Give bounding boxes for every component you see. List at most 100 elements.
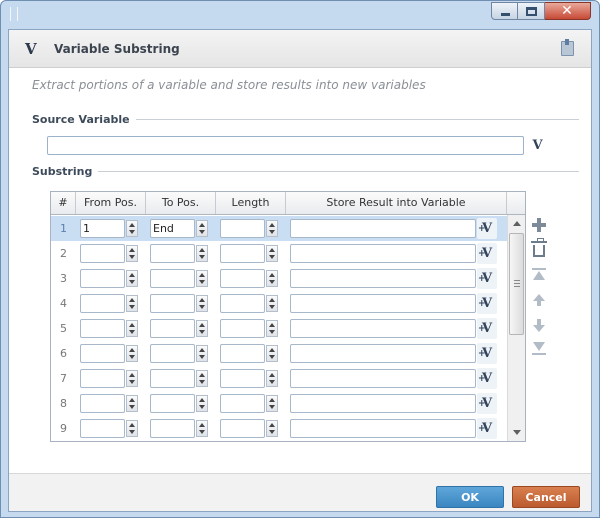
table-row[interactable]: 6 + V bbox=[51, 341, 525, 366]
spin-up-icon[interactable] bbox=[129, 373, 135, 377]
spin-down-icon[interactable] bbox=[129, 380, 135, 384]
spin-up-icon[interactable] bbox=[199, 423, 205, 427]
insert-variable-button[interactable]: + V bbox=[477, 343, 497, 364]
spin-down-icon[interactable] bbox=[269, 255, 275, 259]
scroll-down-icon[interactable] bbox=[508, 424, 525, 441]
spin-down-icon[interactable] bbox=[269, 430, 275, 434]
spinner-buttons[interactable] bbox=[266, 395, 278, 412]
spin-up-icon[interactable] bbox=[269, 323, 275, 327]
spin-down-icon[interactable] bbox=[269, 405, 275, 409]
to-pos-input[interactable]: End bbox=[150, 219, 195, 238]
spin-up-icon[interactable] bbox=[199, 298, 205, 302]
table-row[interactable]: 7 + V bbox=[51, 366, 525, 391]
spin-down-icon[interactable] bbox=[199, 280, 205, 284]
from-pos-input[interactable] bbox=[80, 394, 125, 413]
length-input[interactable] bbox=[220, 319, 265, 338]
table-row[interactable]: 1 1 End + V bbox=[51, 216, 525, 241]
spin-up-icon[interactable] bbox=[269, 248, 275, 252]
from-pos-input[interactable]: 1 bbox=[80, 219, 125, 238]
spin-down-icon[interactable] bbox=[269, 305, 275, 309]
column-header-length[interactable]: Length bbox=[216, 192, 286, 214]
column-header-from[interactable]: From Pos. bbox=[76, 192, 146, 214]
spin-down-icon[interactable] bbox=[129, 430, 135, 434]
spinner-buttons[interactable] bbox=[196, 320, 208, 337]
spin-down-icon[interactable] bbox=[129, 355, 135, 359]
to-pos-input[interactable] bbox=[150, 244, 195, 263]
table-row[interactable]: 8 + V bbox=[51, 391, 525, 416]
from-pos-input[interactable] bbox=[80, 419, 125, 438]
title-bar[interactable]: ✕ bbox=[1, 1, 599, 27]
spin-up-icon[interactable] bbox=[199, 373, 205, 377]
grid-scrollbar[interactable] bbox=[507, 215, 525, 441]
spinner-buttons[interactable] bbox=[196, 245, 208, 262]
spinner-buttons[interactable] bbox=[266, 345, 278, 362]
table-row[interactable]: 2 + V bbox=[51, 241, 525, 266]
length-input[interactable] bbox=[220, 244, 265, 263]
spin-down-icon[interactable] bbox=[269, 355, 275, 359]
spin-up-icon[interactable] bbox=[129, 398, 135, 402]
spin-down-icon[interactable] bbox=[199, 305, 205, 309]
minimize-button[interactable] bbox=[491, 2, 518, 20]
store-result-input[interactable] bbox=[290, 344, 476, 363]
spinner-buttons[interactable] bbox=[126, 245, 138, 262]
insert-variable-button[interactable]: + V bbox=[477, 393, 497, 414]
spin-up-icon[interactable] bbox=[129, 323, 135, 327]
insert-variable-button[interactable]: + V bbox=[477, 293, 497, 314]
spin-up-icon[interactable] bbox=[129, 423, 135, 427]
spin-down-icon[interactable] bbox=[199, 255, 205, 259]
spinner-buttons[interactable] bbox=[126, 220, 138, 237]
spinner-buttons[interactable] bbox=[266, 270, 278, 287]
spin-up-icon[interactable] bbox=[129, 223, 135, 227]
move-top-icon[interactable] bbox=[531, 267, 547, 283]
spin-up-icon[interactable] bbox=[129, 298, 135, 302]
spinner-buttons[interactable] bbox=[266, 295, 278, 312]
insert-variable-button[interactable]: + V bbox=[477, 243, 497, 264]
spin-up-icon[interactable] bbox=[199, 348, 205, 352]
spin-up-icon[interactable] bbox=[199, 273, 205, 277]
table-row[interactable]: 5 + V bbox=[51, 316, 525, 341]
spinner-buttons[interactable] bbox=[266, 220, 278, 237]
move-down-icon[interactable] bbox=[531, 318, 547, 334]
ok-button[interactable]: OK bbox=[436, 486, 504, 508]
spin-up-icon[interactable] bbox=[199, 223, 205, 227]
spin-down-icon[interactable] bbox=[129, 255, 135, 259]
maximize-button[interactable] bbox=[518, 2, 545, 20]
to-pos-input[interactable] bbox=[150, 344, 195, 363]
to-pos-input[interactable] bbox=[150, 294, 195, 313]
from-pos-input[interactable] bbox=[80, 294, 125, 313]
spin-down-icon[interactable] bbox=[269, 380, 275, 384]
spin-up-icon[interactable] bbox=[269, 273, 275, 277]
spin-down-icon[interactable] bbox=[269, 280, 275, 284]
store-result-input[interactable] bbox=[290, 419, 476, 438]
spin-down-icon[interactable] bbox=[129, 305, 135, 309]
spinner-buttons[interactable] bbox=[196, 270, 208, 287]
spin-up-icon[interactable] bbox=[129, 248, 135, 252]
store-result-input[interactable] bbox=[290, 394, 476, 413]
from-pos-input[interactable] bbox=[80, 269, 125, 288]
table-row[interactable]: 4 + V bbox=[51, 291, 525, 316]
length-input[interactable] bbox=[220, 394, 265, 413]
insert-variable-button[interactable]: + V bbox=[477, 218, 497, 239]
spinner-buttons[interactable] bbox=[126, 370, 138, 387]
spinner-buttons[interactable] bbox=[126, 270, 138, 287]
table-row[interactable]: 3 + V bbox=[51, 266, 525, 291]
to-pos-input[interactable] bbox=[150, 419, 195, 438]
spin-up-icon[interactable] bbox=[269, 423, 275, 427]
book-icon[interactable] bbox=[561, 39, 574, 56]
spin-down-icon[interactable] bbox=[199, 405, 205, 409]
spinner-buttons[interactable] bbox=[126, 420, 138, 437]
spinner-buttons[interactable] bbox=[196, 370, 208, 387]
spinner-buttons[interactable] bbox=[266, 320, 278, 337]
cancel-button[interactable]: Cancel bbox=[512, 486, 580, 508]
spinner-buttons[interactable] bbox=[126, 345, 138, 362]
source-variable-input[interactable] bbox=[47, 136, 524, 155]
spin-up-icon[interactable] bbox=[269, 223, 275, 227]
store-result-input[interactable] bbox=[290, 319, 476, 338]
spin-down-icon[interactable] bbox=[199, 430, 205, 434]
spin-up-icon[interactable] bbox=[129, 348, 135, 352]
spin-down-icon[interactable] bbox=[199, 380, 205, 384]
length-input[interactable] bbox=[220, 419, 265, 438]
spin-down-icon[interactable] bbox=[129, 280, 135, 284]
spin-up-icon[interactable] bbox=[129, 273, 135, 277]
spinner-buttons[interactable] bbox=[126, 320, 138, 337]
